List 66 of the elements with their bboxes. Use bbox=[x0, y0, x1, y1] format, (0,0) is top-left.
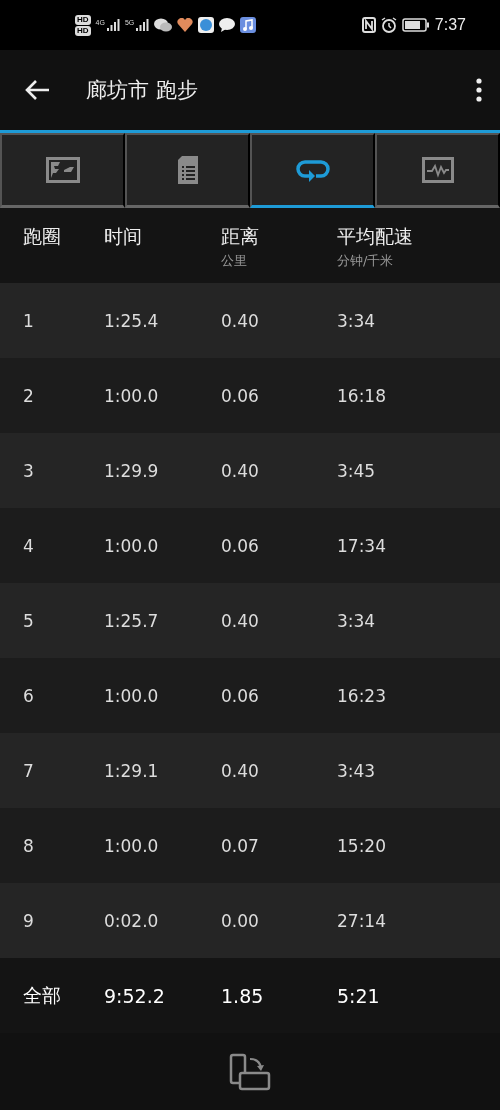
battery-icon bbox=[401, 18, 430, 32]
column-unit: 分钟/千米 bbox=[337, 252, 395, 270]
table-cell-text: 0.07 bbox=[221, 835, 260, 856]
table-cell-text: 1:25.7 bbox=[104, 610, 160, 631]
screen-title: 廊坊市 跑步 bbox=[86, 77, 199, 104]
table-cell-text: 1:25.4 bbox=[104, 310, 160, 331]
table-cell-text: 4 bbox=[23, 535, 35, 556]
table-cell-text: 1:00.0 bbox=[104, 835, 160, 856]
table-cell-text: 9 bbox=[23, 910, 35, 931]
table-cell-text: 1:00.0 bbox=[104, 685, 160, 706]
table-cell-text: 0.00 bbox=[221, 910, 260, 931]
table-cell-text: 0:02.0 bbox=[104, 910, 160, 931]
table-cell-text: 8 bbox=[23, 835, 35, 856]
hd-label: HD bbox=[75, 25, 91, 36]
more-menu-icon[interactable] bbox=[476, 78, 482, 102]
total-cell-text: 5:21 bbox=[337, 984, 381, 1007]
table-cell-text: 5 bbox=[23, 610, 35, 631]
total-cell-text: 1.85 bbox=[221, 984, 265, 1007]
heart-icon bbox=[177, 18, 194, 32]
table-cell-text: 6 bbox=[23, 685, 35, 706]
document-icon bbox=[175, 155, 200, 185]
table-cell-text: 1:29.1 bbox=[104, 760, 160, 781]
table-cell-text: 16:23 bbox=[337, 685, 387, 706]
total-cell-text: 全部 bbox=[23, 982, 62, 1008]
table-cell-text: 1:00.0 bbox=[104, 535, 160, 556]
table-cell-text: 0.40 bbox=[221, 760, 260, 781]
signal-icon bbox=[135, 19, 150, 31]
rotate-screen-icon[interactable] bbox=[228, 1053, 272, 1093]
table-cell-text: 0.40 bbox=[221, 610, 260, 631]
column-header: 时间 bbox=[104, 224, 143, 249]
signal-icon bbox=[105, 19, 120, 31]
column-header: 跑圈 bbox=[23, 224, 62, 249]
table-cell-text: 1:29.9 bbox=[104, 460, 160, 481]
app-icon bbox=[198, 17, 215, 33]
table-cell-text: 3:34 bbox=[337, 610, 377, 631]
total-cell-text: 9:52.2 bbox=[104, 984, 166, 1007]
clock-time: 7:37 bbox=[434, 16, 466, 34]
alarm-icon bbox=[380, 17, 397, 33]
column-header: 平均配速 bbox=[337, 224, 414, 249]
table-cell-text: 3:34 bbox=[337, 310, 377, 331]
back-arrow-icon[interactable] bbox=[24, 79, 50, 101]
table-cell-text: 0.40 bbox=[221, 310, 260, 331]
table-cell-text: 7 bbox=[23, 760, 35, 781]
column-header: 距离 bbox=[221, 224, 260, 249]
hd-label: HD bbox=[75, 14, 91, 25]
table-cell-text: 2 bbox=[23, 385, 35, 406]
column-unit: 公里 bbox=[221, 252, 248, 270]
table-cell-text: 0.40 bbox=[221, 460, 260, 481]
table-cell-text: 1:00.0 bbox=[104, 385, 160, 406]
table-cell-text: 3:43 bbox=[337, 760, 377, 781]
table-cell-text: 17:34 bbox=[337, 535, 387, 556]
message-icon bbox=[219, 18, 236, 32]
nfc-icon bbox=[361, 17, 376, 33]
table-cell-text: 0.06 bbox=[221, 385, 260, 406]
music-icon bbox=[240, 17, 257, 33]
table-cell-text: 16:18 bbox=[337, 385, 387, 406]
table-cell-text: 1 bbox=[23, 310, 35, 331]
chart-icon bbox=[421, 157, 454, 183]
table-cell-text: 3 bbox=[23, 460, 35, 481]
table-cell-text: 15:20 bbox=[337, 835, 387, 856]
table-cell-text: 3:45 bbox=[337, 460, 377, 481]
table-cell-text: 0.06 bbox=[221, 685, 260, 706]
chat-icon bbox=[154, 18, 173, 32]
loop-icon bbox=[295, 157, 330, 183]
table-cell-text: 0.06 bbox=[221, 535, 260, 556]
table-cell-text: 27:14 bbox=[337, 910, 387, 931]
